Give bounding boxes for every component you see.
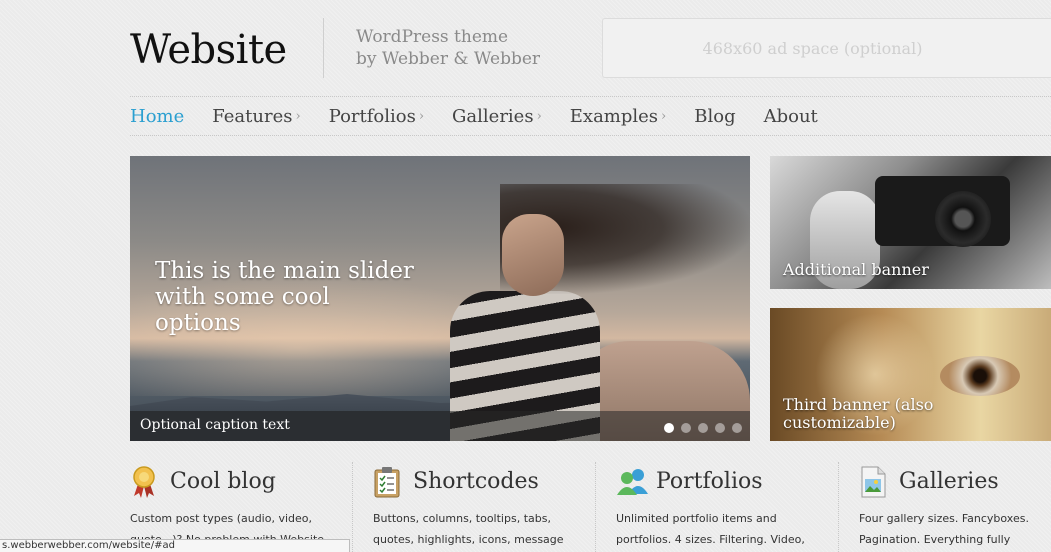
header: Website WordPress theme by Webber & Webb… xyxy=(130,0,1051,95)
slider-pagination xyxy=(664,423,742,433)
site-tagline: WordPress theme by Webber & Webber xyxy=(356,26,540,70)
nav-label: Features xyxy=(212,105,293,127)
feature-description: Buttons, columns, tooltips, tabs, quotes… xyxy=(373,512,564,546)
feature-shortcodes: Shortcodes Buttons, columns, tooltips, t… xyxy=(352,462,574,552)
nav-item-examples[interactable]: Examples › xyxy=(570,106,666,127)
feature-title[interactable]: Shortcodes xyxy=(413,469,539,494)
banner-image-lens xyxy=(935,191,991,247)
nav-label: Examples xyxy=(569,105,659,127)
nav-item-home[interactable]: Home xyxy=(130,106,184,127)
header-divider xyxy=(323,18,324,78)
ad-space[interactable]: 468x60 ad space (optional) xyxy=(602,18,1051,78)
status-url: s.webberwebber.com/website/#ad xyxy=(2,540,175,551)
ad-space-label: 468x60 ad space (optional) xyxy=(702,38,923,58)
award-ribbon-icon xyxy=(130,466,158,498)
users-icon xyxy=(616,466,648,496)
nav-item-galleries[interactable]: Galleries › xyxy=(452,106,542,127)
tagline-line-1: WordPress theme xyxy=(356,27,509,47)
banner-label: Third banner (also customizable) xyxy=(783,395,934,432)
nav-label: Home xyxy=(130,105,185,127)
nav-item-blog[interactable]: Blog xyxy=(694,106,735,127)
feature-title[interactable]: Portfolios xyxy=(656,469,763,494)
feature-description: Unlimited portfolio items and portfolios… xyxy=(616,512,805,546)
main-slider[interactable]: This is the main slider with some cool o… xyxy=(130,156,750,441)
nav-item-about[interactable]: About xyxy=(764,106,818,127)
banner-label: Additional banner xyxy=(783,260,929,279)
chevron-right-icon: › xyxy=(661,108,667,124)
chevron-right-icon: › xyxy=(536,108,542,124)
additional-banner[interactable]: Additional banner xyxy=(770,156,1051,289)
slider-caption: Optional caption text xyxy=(130,411,750,441)
feature-title[interactable]: Cool blog xyxy=(170,469,276,494)
slider-dot[interactable] xyxy=(681,423,691,433)
nav-item-features[interactable]: Features › xyxy=(212,106,300,127)
nav-label: Portfolios xyxy=(328,105,416,127)
chevron-right-icon: › xyxy=(295,108,301,124)
third-banner[interactable]: Third banner (also customizable) xyxy=(770,308,1051,441)
slider-dot[interactable] xyxy=(698,423,708,433)
slider-caption-text: Optional caption text xyxy=(140,417,290,433)
feature-galleries: Galleries Four gallery sizes. Fancyboxes… xyxy=(838,462,1051,552)
main-nav: Home Features › Portfolios › Galleries › Ex… xyxy=(130,96,1051,136)
nav-label: Galleries xyxy=(452,105,534,127)
image-file-icon xyxy=(859,466,887,498)
chevron-right-icon: › xyxy=(418,108,425,124)
feature-title[interactable]: Galleries xyxy=(899,469,999,494)
slider-dot[interactable] xyxy=(664,423,674,433)
slider-dot[interactable] xyxy=(732,423,742,433)
feature-description: Four gallery sizes. Fancyboxes. Paginati… xyxy=(859,512,1029,546)
slider-dot[interactable] xyxy=(715,423,725,433)
slider-image-face xyxy=(502,214,564,296)
slider-title: This is the main slider with some cool o… xyxy=(155,258,414,336)
browser-status-bar: s.webberwebber.com/website/#ad xyxy=(0,539,350,552)
site-logo[interactable]: Website xyxy=(130,27,287,73)
banner-image-eye xyxy=(940,356,1020,396)
nav-label: About xyxy=(763,105,818,127)
nav-label: Blog xyxy=(694,105,736,127)
clipboard-checklist-icon xyxy=(373,466,401,498)
nav-item-portfolios[interactable]: Portfolios › xyxy=(329,106,424,127)
tagline-line-2: by Webber & Webber xyxy=(356,49,541,69)
feature-portfolios: Portfolios Unlimited portfolio items and… xyxy=(595,462,817,552)
